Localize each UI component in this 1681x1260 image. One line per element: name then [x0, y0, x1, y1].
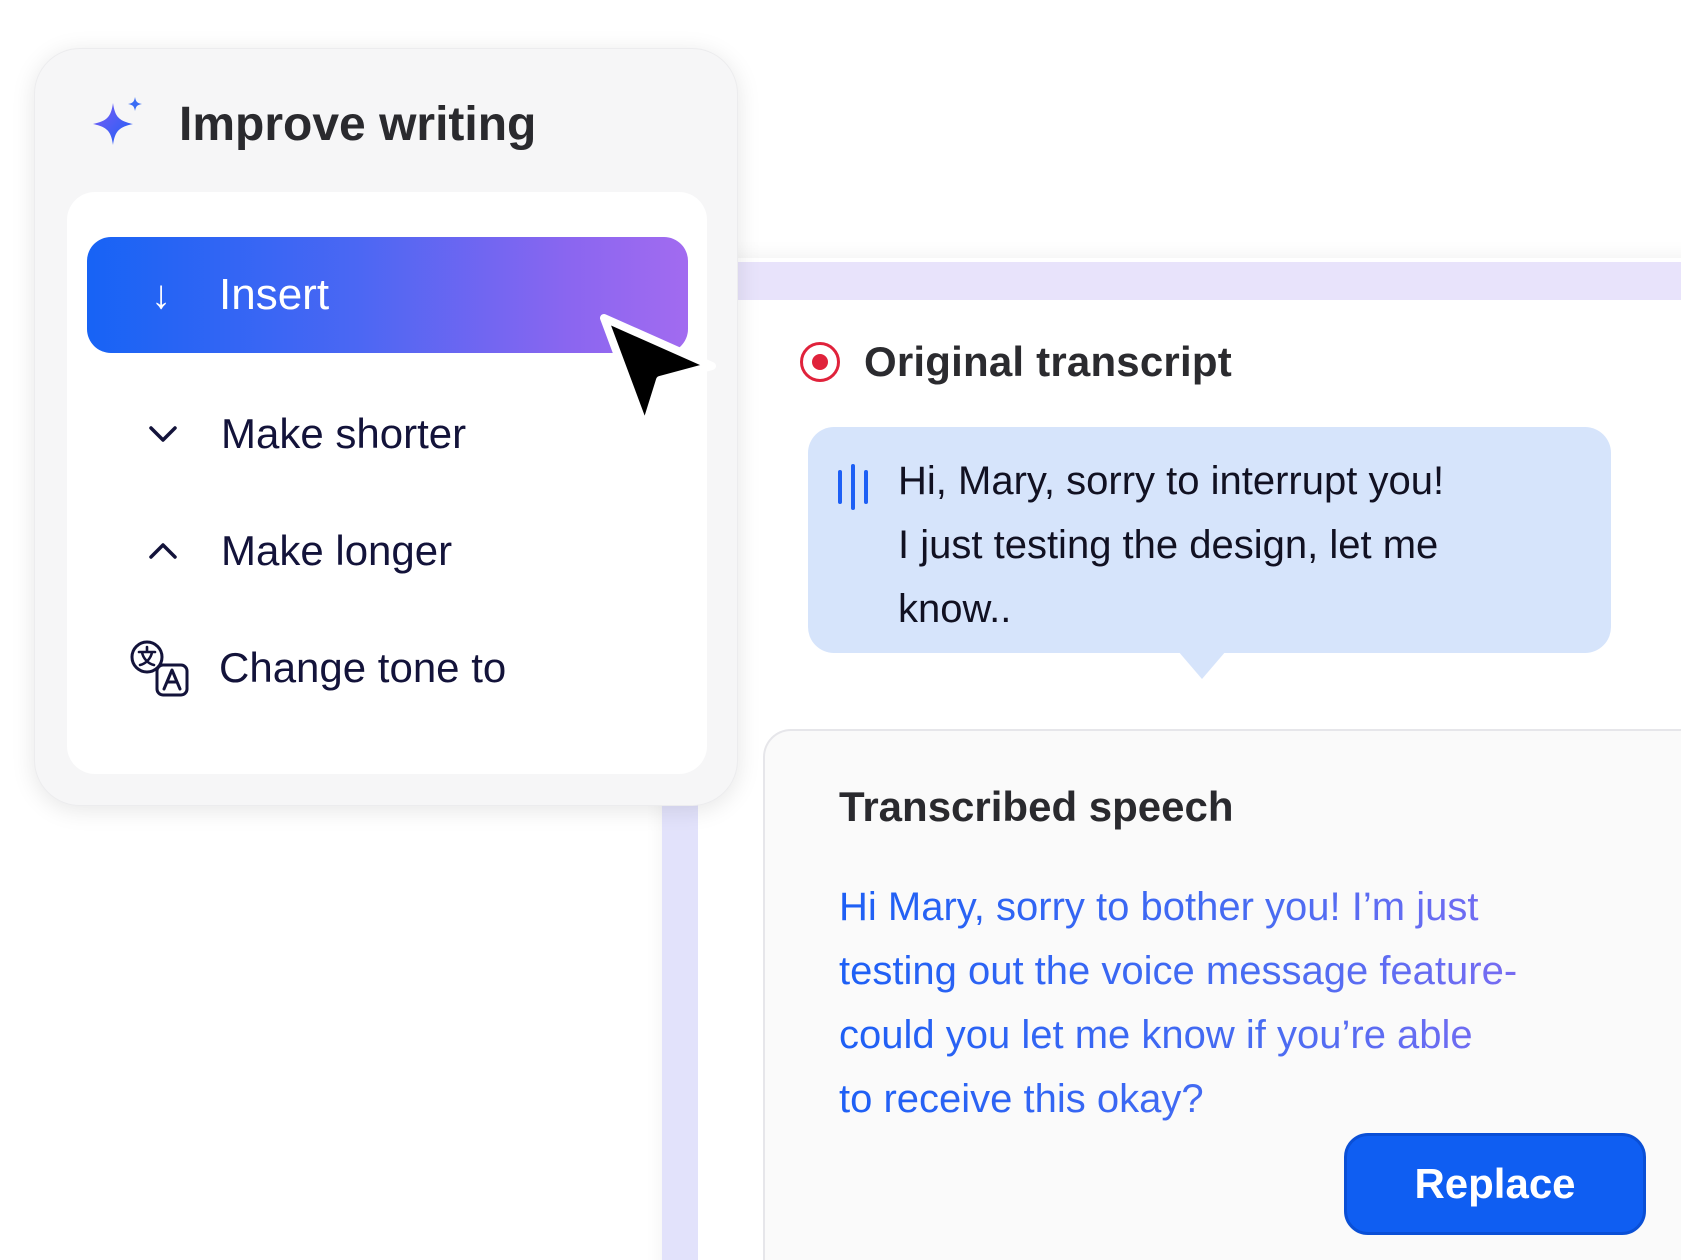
- transcript-text: Hi, Mary, sorry to interrupt you! I just…: [898, 449, 1571, 641]
- original-transcript-header: Original transcript: [800, 338, 1232, 386]
- record-icon: [800, 342, 840, 382]
- speech-line: to receive this okay?: [839, 1077, 1204, 1121]
- canvas: Original transcript Hi, Mary, sorry to i…: [0, 0, 1681, 1260]
- chevron-down-icon: [145, 416, 181, 452]
- replace-button[interactable]: Replace: [1344, 1133, 1646, 1235]
- translate-icon: [129, 637, 191, 699]
- change-tone-item[interactable]: Change tone to: [87, 620, 688, 716]
- change-tone-label: Change tone to: [219, 644, 507, 691]
- chevron-up-icon: [145, 533, 181, 569]
- panel-top-strip: [738, 262, 1681, 300]
- original-transcript-title: Original transcript: [864, 338, 1232, 385]
- transcribed-speech-title: Transcribed speech: [839, 783, 1234, 830]
- arrow-down-icon: ↓: [151, 273, 171, 317]
- make-longer-item[interactable]: Make longer: [87, 503, 688, 599]
- insert-label: Insert: [219, 270, 330, 319]
- sparkle-icon: [93, 97, 142, 145]
- menu-options: ↓ Insert Make shorter Make longer Change…: [67, 192, 707, 774]
- audio-wave-icon: [838, 464, 878, 510]
- transcript-bubble: Hi, Mary, sorry to interrupt you! I just…: [808, 427, 1611, 679]
- menu-title: Improve writing: [179, 97, 537, 151]
- transcribed-speech-text: Hi Mary, sorry to bother you! I’m just t…: [839, 875, 1629, 1131]
- menu-header: Improve writing: [87, 93, 536, 155]
- speech-line: testing out the voice message feature-: [839, 949, 1518, 993]
- speech-line: Hi Mary, sorry to bother you! I’m just: [839, 885, 1479, 929]
- speech-line: could you let me know if you’re able: [839, 1013, 1473, 1057]
- make-longer-label: Make longer: [221, 527, 453, 574]
- make-shorter-label: Make shorter: [221, 410, 467, 457]
- transcript-line: know..: [898, 587, 1012, 631]
- mouse-cursor-icon: [600, 314, 716, 432]
- transcript-line: Hi, Mary, sorry to interrupt you!: [898, 459, 1445, 503]
- transcript-line: I just testing the design, let me: [898, 523, 1439, 567]
